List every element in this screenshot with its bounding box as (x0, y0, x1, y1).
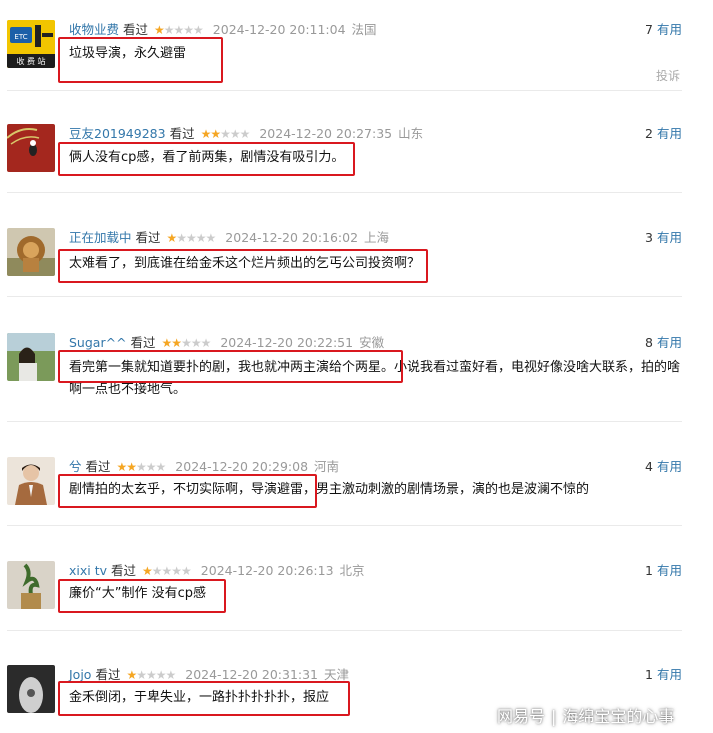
review-location: 北京 (339, 563, 365, 578)
username-link[interactable]: Jojo (69, 667, 91, 682)
avatar[interactable] (7, 665, 55, 713)
review-time: 2024-12-20 20:29:08 (175, 459, 309, 474)
highlight-box (58, 681, 350, 716)
divider (7, 525, 682, 526)
vote-count: 7 (645, 22, 653, 37)
review-location: 安徽 (359, 335, 385, 350)
vote-count: 1 (645, 667, 653, 682)
avatar[interactable] (7, 457, 55, 505)
review-time: 2024-12-20 20:27:35 (259, 126, 393, 141)
review-comment-line2: 啊一点也不接地气。 (69, 382, 187, 397)
review-location: 法国 (351, 22, 377, 37)
divider (7, 90, 682, 91)
username-link[interactable]: 豆友201949283 (69, 126, 166, 141)
username-link[interactable]: xixi tv (69, 563, 107, 578)
useful-button[interactable]: 有用 (657, 563, 682, 578)
highlight-box (58, 37, 223, 83)
vote-count: 8 (645, 335, 653, 350)
useful-button[interactable]: 有用 (657, 667, 682, 682)
useful-button[interactable]: 有用 (657, 335, 682, 350)
useful-button[interactable]: 有用 (657, 230, 682, 245)
rating-stars: ★★★★★ (126, 668, 176, 682)
person-image-icon (7, 333, 55, 381)
watched-label: 看过 (123, 22, 149, 37)
watched-label: 看过 (169, 126, 195, 141)
watermark: 网易号 | 海绵宝宝的心事 (497, 703, 674, 727)
divider (7, 421, 682, 422)
highlight-box (58, 249, 428, 283)
useful-button[interactable]: 有用 (657, 126, 682, 141)
highlight-box (58, 350, 403, 383)
review-time: 2024-12-20 20:11:04 (212, 22, 346, 37)
useful-vote[interactable]: 1 有用 (645, 561, 682, 581)
vote-count: 2 (645, 126, 653, 141)
avatar[interactable] (7, 228, 55, 276)
username-link[interactable]: Sugar^^ (69, 335, 127, 350)
highlight-box (58, 142, 355, 176)
avatar[interactable]: ETC 收 费 站 (7, 20, 55, 68)
rating-stars: ★★★★★ (142, 564, 192, 578)
bird-image-icon (7, 124, 55, 172)
vote-count: 3 (645, 230, 653, 245)
watermark-separator: | (551, 707, 557, 726)
review-location: 上海 (364, 230, 390, 245)
watermark-brand: 网易号 (497, 707, 546, 726)
useful-vote[interactable]: 7 有用 (645, 20, 682, 40)
review-meta: xixi tv 看过 ★★★★★ 2024-12-20 20:26:13 北京 (69, 561, 365, 581)
review-location: 河南 (314, 459, 340, 474)
report-link[interactable]: 投诉 (656, 67, 680, 84)
plant-image-icon (7, 561, 55, 609)
review-time: 2024-12-20 20:22:51 (220, 335, 354, 350)
divider (7, 296, 682, 297)
rating-stars: ★★★★★ (200, 127, 251, 141)
watermark-author: 海绵宝宝的心事 (562, 707, 675, 726)
rating-stars: ★★★★★ (161, 336, 212, 350)
portrait-image-icon (7, 665, 55, 713)
avatar[interactable] (7, 124, 55, 172)
avatar-etc-text: ETC (14, 33, 27, 41)
watched-label: 看过 (135, 230, 161, 245)
highlight-box (58, 579, 226, 613)
review-meta: 豆友201949283 看过 ★★★★★ 2024-12-20 20:27:35 … (69, 124, 423, 144)
review-comment-extra: 小说我看过蛮好看，电视好像没啥大联系，拍的啥 (394, 360, 681, 375)
useful-vote[interactable]: 2 有用 (645, 124, 682, 144)
username-link[interactable]: 收物业费 (69, 22, 119, 37)
useful-vote[interactable]: 8 有用 (645, 333, 682, 353)
review-time: 2024-12-20 20:26:13 (200, 563, 334, 578)
review-time: 2024-12-20 20:16:02 (225, 230, 359, 245)
vote-count: 4 (645, 459, 653, 474)
person-image-icon (7, 457, 55, 505)
watched-label: 看过 (85, 459, 111, 474)
rating-stars: ★★★★★ (166, 231, 217, 245)
vote-count: 1 (645, 563, 653, 578)
toll-station-icon: ETC 收 费 站 (7, 20, 55, 68)
useful-button[interactable]: 有用 (657, 459, 682, 474)
avatar-station-text: 收 费 站 (16, 56, 45, 66)
avatar[interactable] (7, 333, 55, 381)
rating-stars: ★★★★★ (154, 23, 204, 37)
review-location: 山东 (398, 126, 424, 141)
highlight-box (58, 474, 317, 508)
review-location: 天津 (324, 667, 350, 682)
watched-label: 看过 (111, 563, 137, 578)
review-time: 2024-12-20 20:31:31 (185, 667, 319, 682)
divider (7, 630, 682, 631)
username-link[interactable]: 正在加载中 (69, 230, 132, 245)
username-link[interactable]: 兮 (69, 459, 82, 474)
useful-vote[interactable]: 3 有用 (645, 228, 682, 248)
useful-vote[interactable]: 4 有用 (645, 457, 682, 477)
lion-image-icon (7, 228, 55, 276)
avatar[interactable] (7, 561, 55, 609)
useful-vote[interactable]: 1 有用 (645, 665, 682, 685)
rating-stars: ★★★★★ (116, 460, 167, 474)
useful-button[interactable]: 有用 (657, 22, 682, 37)
watched-label: 看过 (130, 335, 156, 350)
watched-label: 看过 (95, 667, 121, 682)
divider (7, 192, 682, 193)
review-comment-extra: 男主激动刺激的剧情场景，演的也是波澜不惊的 (316, 482, 590, 497)
review-meta: 正在加载中 看过 ★★★★★ 2024-12-20 20:16:02 上海 (69, 228, 389, 248)
